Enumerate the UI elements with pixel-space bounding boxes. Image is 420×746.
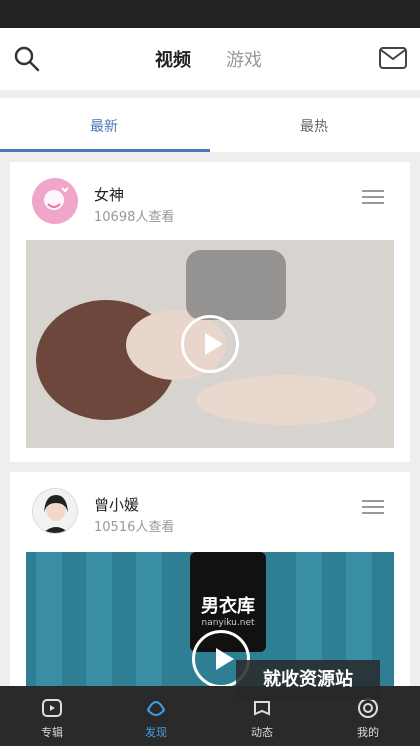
feed-card[interactable]: 曾小媛 10516人查看 男衣库 nanyiku.net	[10, 472, 410, 692]
view-count: 10698人查看	[94, 210, 175, 225]
feed-card[interactable]: 女神 10698人查看	[10, 162, 410, 462]
more-menu-icon[interactable]	[362, 500, 384, 516]
watermark-label: 就收资源站	[236, 660, 380, 700]
nav-label: 专辑	[41, 726, 63, 739]
view-count: 10516人查看	[94, 520, 175, 535]
search-icon[interactable]	[12, 44, 42, 74]
video-thumbnail[interactable]	[26, 240, 394, 448]
play-square-icon	[42, 699, 62, 717]
sub-tabs: 最新 最热	[0, 98, 420, 152]
more-menu-icon[interactable]	[362, 190, 384, 206]
nav-label: 发现	[145, 726, 167, 739]
author-name[interactable]: 曾小媛	[94, 494, 139, 515]
mail-icon[interactable]	[378, 46, 408, 70]
avatar[interactable]	[32, 178, 78, 224]
subtab-hot[interactable]: 最热	[300, 116, 328, 136]
subtab-latest[interactable]: 最新	[90, 116, 118, 136]
top-bar: 视频 游戏	[0, 28, 420, 90]
status-bar	[0, 0, 420, 28]
logo-text: 男衣库	[201, 596, 255, 617]
avatar-icon	[43, 495, 69, 533]
nav-label: 动态	[251, 726, 273, 739]
author-name[interactable]: 女神	[94, 184, 124, 205]
subtab-indicator	[0, 149, 210, 152]
avatar-icon	[44, 187, 69, 210]
nav-albums[interactable]: 专辑	[22, 686, 82, 746]
nav-label: 我的	[357, 726, 379, 739]
play-button[interactable]	[181, 315, 239, 373]
tab-video[interactable]: 视频	[155, 46, 191, 72]
discover-icon	[146, 701, 166, 716]
nav-discover[interactable]: 发现	[126, 686, 186, 746]
avatar[interactable]	[32, 488, 78, 534]
logo-subtext: nanyiku.net	[201, 618, 255, 628]
tab-game[interactable]: 游戏	[226, 46, 262, 72]
